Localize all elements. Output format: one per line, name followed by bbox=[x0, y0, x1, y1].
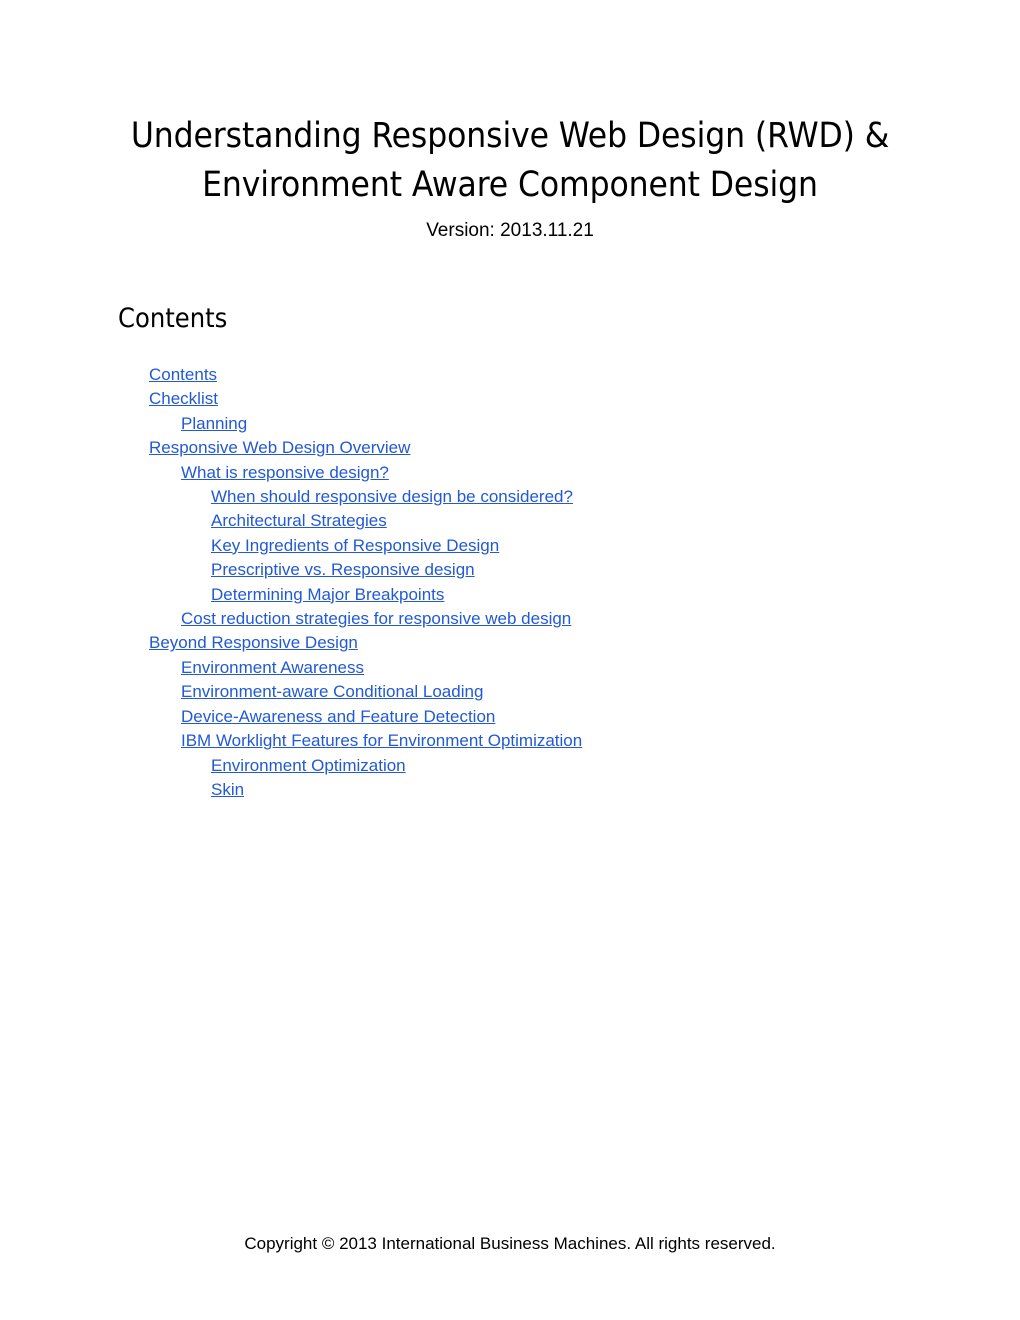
toc-link[interactable]: Prescriptive vs. Responsive design bbox=[211, 558, 475, 582]
toc-link[interactable]: IBM Worklight Features for Environment O… bbox=[181, 729, 582, 753]
toc-link[interactable]: Skin bbox=[211, 778, 244, 802]
toc-link[interactable]: Checklist bbox=[149, 387, 218, 411]
toc-link[interactable]: Device-Awareness and Feature Detection bbox=[181, 705, 495, 729]
toc-link[interactable]: Responsive Web Design Overview bbox=[149, 436, 410, 460]
toc-link[interactable]: Cost reduction strategies for responsive… bbox=[181, 607, 571, 631]
document-version: Version: 2013.11.21 bbox=[426, 220, 594, 241]
toc-link[interactable]: Environment Optimization bbox=[211, 754, 406, 778]
title-block: Understanding Responsive Web Design (RWD… bbox=[118, 112, 902, 244]
document-page: Understanding Responsive Web Design (RWD… bbox=[0, 0, 1020, 1320]
toc-link[interactable]: When should responsive design be conside… bbox=[211, 485, 573, 509]
toc-link[interactable]: Planning bbox=[181, 412, 247, 436]
document-title-line-2: Environment Aware Component Design bbox=[202, 165, 818, 205]
page-footer: Copyright © 2013 International Business … bbox=[0, 1233, 1020, 1255]
contents-heading: Contents bbox=[118, 303, 228, 334]
document-title-line-1: Understanding Responsive Web Design (RWD… bbox=[130, 116, 890, 156]
toc-link[interactable]: Architectural Strategies bbox=[211, 509, 387, 533]
table-of-contents: Contents Checklist Planning Responsive Web … bbox=[149, 363, 909, 802]
toc-link[interactable]: Beyond Responsive Design bbox=[149, 631, 358, 655]
toc-link[interactable]: What is responsive design? bbox=[181, 461, 389, 485]
toc-link[interactable]: Environment-aware Conditional Loading bbox=[181, 680, 483, 704]
toc-link[interactable]: Determining Major Breakpoints bbox=[211, 583, 444, 607]
toc-link[interactable]: Contents bbox=[149, 363, 217, 387]
copyright-notice: Copyright © 2013 International Business … bbox=[244, 1234, 776, 1253]
toc-link[interactable]: Key Ingredients of Responsive Design bbox=[211, 534, 499, 558]
toc-link[interactable]: Environment Awareness bbox=[181, 656, 364, 680]
